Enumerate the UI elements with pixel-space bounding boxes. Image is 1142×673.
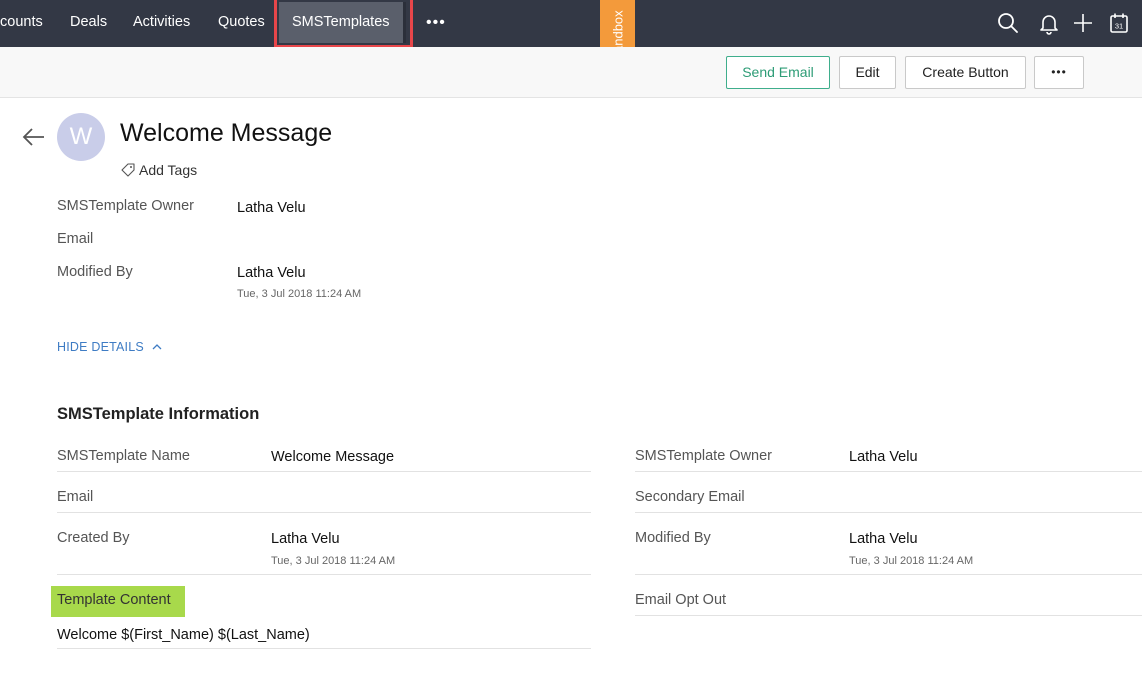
summary-owner-label: SMSTemplate Owner	[57, 198, 194, 214]
summary-email-label: Email	[57, 231, 94, 247]
plus-icon[interactable]	[1071, 11, 1095, 35]
add-tags-label: Add Tags	[139, 162, 198, 178]
right-owner-label: SMSTemplate Owner	[635, 448, 772, 464]
divider	[57, 648, 591, 649]
left-email-label: Email	[57, 489, 94, 505]
avatar: W	[57, 113, 105, 161]
hide-details-label: HIDE DETAILS	[57, 340, 144, 354]
divider	[57, 574, 591, 575]
tab-smstemplates[interactable]: SMSTemplates	[292, 0, 390, 47]
created-by-label: Created By	[57, 530, 130, 546]
calendar-icon[interactable]: 31	[1107, 11, 1131, 35]
secondary-email-label: Secondary Email	[635, 489, 745, 505]
template-name-label: SMSTemplate Name	[57, 448, 190, 464]
chevron-up-icon	[152, 344, 162, 350]
summary-owner-value[interactable]: Latha Velu	[237, 200, 306, 216]
right-modified-time: Tue, 3 Jul 2018 11:24 AM	[849, 555, 974, 567]
divider	[635, 512, 1142, 513]
divider	[57, 512, 591, 513]
page-title: Welcome Message	[120, 119, 333, 147]
summary-modified-value[interactable]: Latha Velu	[237, 265, 306, 281]
created-by-value[interactable]: Latha Velu	[271, 531, 340, 547]
template-content-value[interactable]: Welcome $(First_Name) $(Last_Name)	[57, 627, 310, 643]
edit-button[interactable]: Edit	[839, 56, 896, 89]
right-owner-value[interactable]: Latha Velu	[849, 449, 918, 465]
email-opt-out-label: Email Opt Out	[635, 592, 727, 608]
bell-icon[interactable]	[1037, 11, 1061, 35]
right-modified-label: Modified By	[635, 530, 711, 546]
tab-accounts[interactable]: counts	[0, 0, 43, 47]
create-button-button[interactable]: Create Button	[905, 56, 1026, 89]
tag-icon	[121, 163, 135, 177]
summary-modified-time: Tue, 3 Jul 2018 11:24 AM	[237, 288, 362, 300]
add-tags-link[interactable]: Add Tags	[121, 162, 197, 178]
hide-details-toggle[interactable]: HIDE DETAILS	[57, 340, 162, 354]
tab-deals[interactable]: Deals	[70, 0, 107, 47]
divider	[635, 615, 1142, 616]
divider	[635, 574, 1142, 575]
section-title: SMSTemplate Information	[57, 405, 260, 423]
template-content-label: Template Content	[57, 592, 171, 608]
more-actions-button[interactable]: •••	[1034, 56, 1084, 89]
divider	[57, 471, 591, 472]
template-name-value[interactable]: Welcome Message	[271, 449, 394, 465]
search-icon[interactable]	[996, 11, 1020, 35]
calendar-day: 31	[1115, 22, 1123, 31]
created-time: Tue, 3 Jul 2018 11:24 AM	[271, 555, 396, 567]
send-email-button[interactable]: Send Email	[726, 56, 830, 89]
more-tabs-button[interactable]: •••	[426, 14, 446, 32]
tab-quotes[interactable]: Quotes	[218, 0, 265, 47]
tab-activities[interactable]: Activities	[133, 0, 190, 47]
summary-modified-label: Modified By	[57, 264, 133, 280]
back-arrow-icon[interactable]	[22, 125, 46, 149]
right-modified-value[interactable]: Latha Velu	[849, 531, 918, 547]
divider	[635, 471, 1142, 472]
